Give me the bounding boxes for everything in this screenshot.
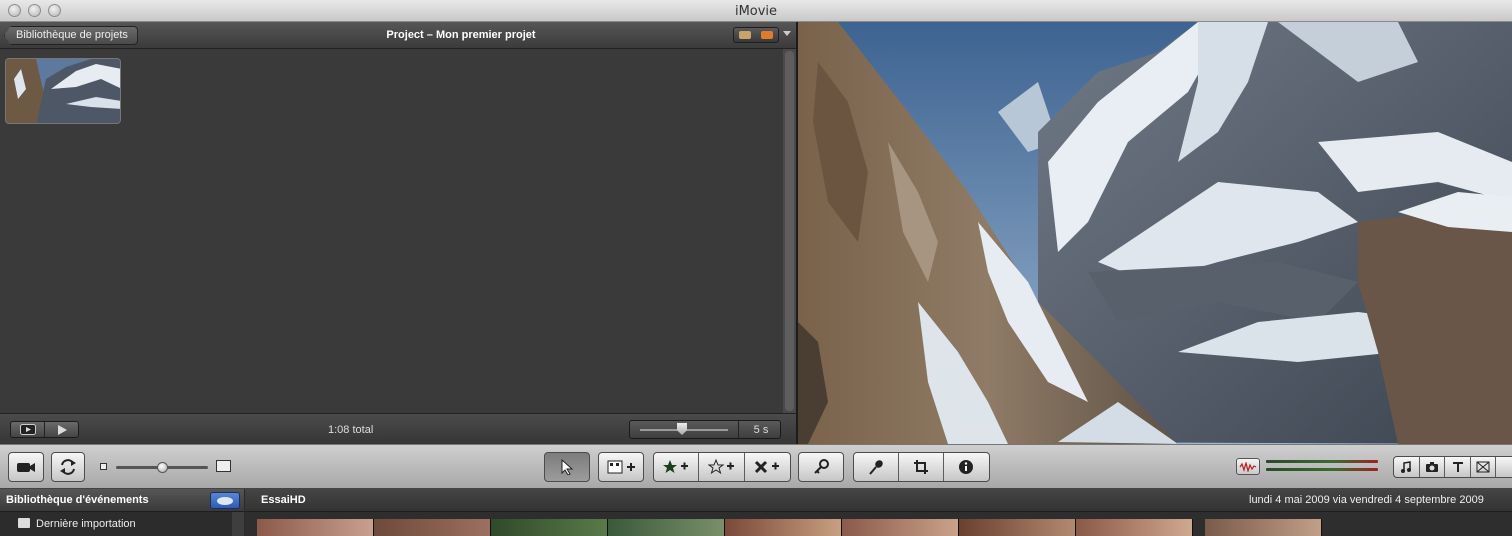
speech-bubble-icon[interactable] <box>734 28 756 42</box>
tools-group <box>853 452 990 482</box>
project-clip-thumbnail[interactable] <box>5 58 121 124</box>
microphone-icon <box>869 460 883 475</box>
marker-toggle-group <box>733 27 779 43</box>
keyword-button[interactable] <box>798 452 844 482</box>
film-frame <box>608 519 725 536</box>
film-frame <box>959 519 1076 536</box>
add-to-project-icon <box>607 460 635 474</box>
swap-icon <box>60 459 76 475</box>
play-icon <box>57 424 67 435</box>
small-thumbnail-icon <box>100 463 107 470</box>
event-library-item[interactable]: Dernière importation <box>0 514 232 534</box>
browser-buttons-group <box>1393 456 1512 478</box>
window-title: iMovie <box>734 4 778 19</box>
event-library-item-label: Dernière importation <box>36 518 136 530</box>
thumbnail-size-knob[interactable] <box>157 462 168 473</box>
photo-browser-button[interactable] <box>1420 457 1446 477</box>
inspector-button[interactable] <box>944 453 989 481</box>
project-header: Bibliothèque de projets Project – Mon pr… <box>0 22 796 49</box>
project-total-duration: 1:08 total <box>328 424 374 436</box>
reject-button[interactable] <box>745 453 790 481</box>
waveform-icon <box>1239 461 1257 472</box>
mark-favorite-button[interactable] <box>654 453 700 481</box>
film-frame <box>725 519 842 536</box>
title-bar: iMovie <box>0 0 1512 22</box>
event-browser: EssaiHD lundi 4 mai 2009 via vendredi 4 … <box>245 489 1512 536</box>
text-t-icon <box>1452 462 1463 472</box>
audio-skimming-button[interactable] <box>1236 458 1260 475</box>
event-filmstrip[interactable] <box>257 519 1322 536</box>
camera-import-button[interactable] <box>8 452 44 482</box>
film-frame <box>1205 519 1322 536</box>
zoom-slider-knob[interactable] <box>677 423 687 435</box>
photo-camera-icon <box>1425 462 1438 472</box>
music-browser-button[interactable] <box>1394 457 1420 477</box>
titles-browser-button[interactable] <box>1445 457 1471 477</box>
preview-frame-image <box>798 22 1512 444</box>
event-library: Bibliothèque d'événements Dernière impor… <box>0 489 244 536</box>
film-frame <box>374 519 491 536</box>
maps-browser-button[interactable] <box>1496 457 1512 477</box>
film-frame <box>842 519 959 536</box>
play-controls <box>10 421 79 438</box>
chevron-down-icon[interactable] <box>783 31 791 36</box>
add-to-project-button[interactable] <box>598 452 644 482</box>
crop-button[interactable] <box>899 453 944 481</box>
unmark-star-icon <box>707 459 734 475</box>
transitions-browser-button[interactable] <box>1471 457 1497 477</box>
camera-icon <box>17 463 35 472</box>
project-scrollbar[interactable] <box>783 49 796 413</box>
info-icon <box>959 460 974 474</box>
favorite-star-icon <box>663 460 689 473</box>
transition-icon <box>1476 461 1490 473</box>
project-footer: 1:08 total 5 s <box>0 413 796 444</box>
film-frame <box>491 519 608 536</box>
rating-group <box>653 452 791 482</box>
event-library-header: Bibliothèque d'événements <box>0 489 244 512</box>
project-pane: Bibliothèque de projets Project – Mon pr… <box>0 22 796 444</box>
voiceover-button[interactable] <box>854 453 900 481</box>
event-library-title: Bibliothèque d'événements <box>6 494 149 506</box>
pointer-icon <box>561 459 574 475</box>
music-note-icon <box>1401 461 1412 473</box>
zoom-value[interactable]: 5 s <box>742 424 780 436</box>
reject-icon <box>755 460 780 474</box>
marker-icon[interactable] <box>756 28 778 42</box>
film-frame <box>1076 519 1193 536</box>
select-tool-button[interactable] <box>544 452 590 482</box>
event-name: EssaiHD <box>261 494 306 506</box>
event-library-scrollbar[interactable] <box>232 512 244 536</box>
key-icon <box>814 459 829 474</box>
eject-drive-button[interactable] <box>210 492 240 509</box>
play-fullscreen-icon <box>19 424 36 435</box>
crop-icon <box>914 460 928 474</box>
unmark-button[interactable] <box>699 453 745 481</box>
audio-level-meter <box>1266 457 1384 475</box>
video-viewer[interactable] <box>798 22 1512 444</box>
large-thumbnail-icon <box>216 460 231 472</box>
event-date-range: lundi 4 mai 2009 via vendredi 4 septembr… <box>1249 494 1484 506</box>
play-project-button[interactable] <box>45 422 78 437</box>
swap-panes-button[interactable] <box>51 452 85 482</box>
film-icon <box>18 518 30 528</box>
drive-icon <box>217 497 233 505</box>
film-frame <box>257 519 374 536</box>
event-header: EssaiHD lundi 4 mai 2009 via vendredi 4 … <box>245 489 1512 512</box>
play-fullscreen-button[interactable] <box>11 422 45 437</box>
thumbnail-zoom-control: 5 s <box>629 420 781 439</box>
main-toolbar <box>0 444 1512 489</box>
